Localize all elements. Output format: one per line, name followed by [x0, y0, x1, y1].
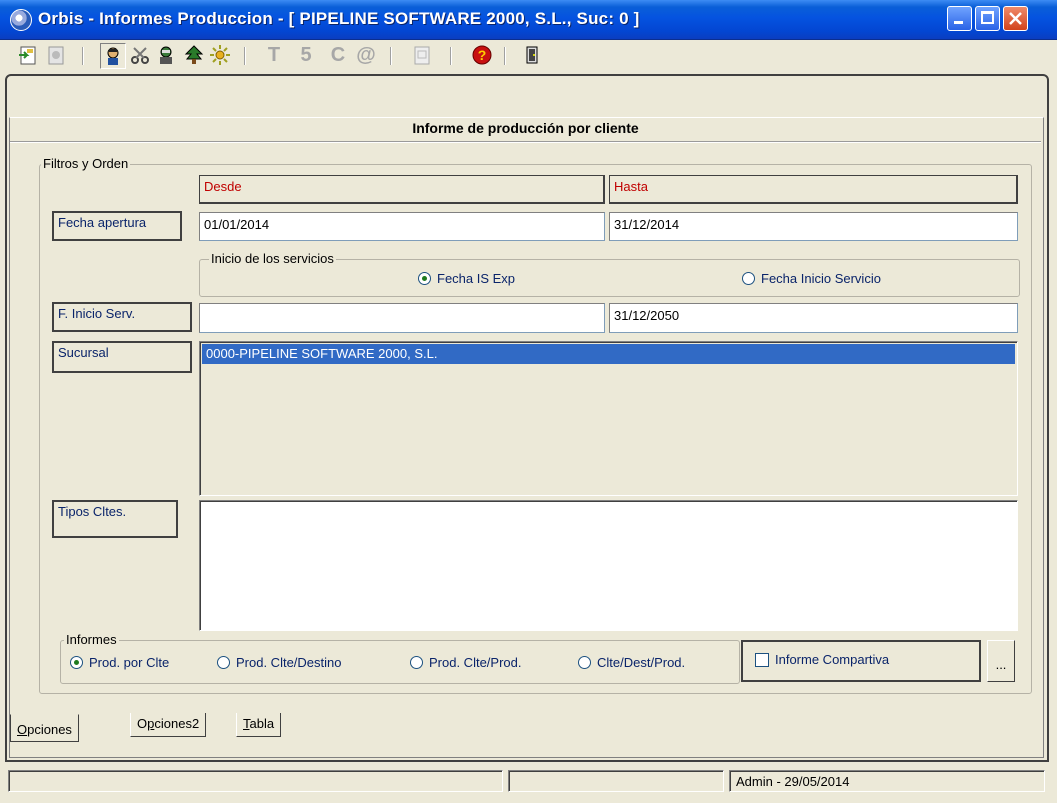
window-title: Orbis - Informes Produccion - [ PIPELINE… [38, 9, 640, 28]
status-cell-1 [8, 770, 503, 792]
export-button[interactable] [44, 43, 68, 67]
tipos-cltes-listbox[interactable] [199, 500, 1018, 631]
radio-label: Prod. Clte/Destino [236, 655, 342, 670]
sun-button[interactable] [208, 43, 232, 67]
checkbox-indicator[interactable] [755, 652, 769, 667]
help-button[interactable]: ? [470, 43, 494, 67]
sun-icon [210, 45, 230, 65]
s-icon: 5 [300, 43, 312, 66]
radio-indicator[interactable] [70, 656, 83, 669]
title-bar[interactable]: Orbis - Informes Produccion - [ PIPELINE… [0, 0, 1057, 40]
client-icon [107, 47, 119, 65]
import-icon [19, 46, 36, 65]
svg-text:?: ? [478, 47, 487, 63]
at-icon: @ [356, 43, 376, 66]
help-icon: ? [472, 45, 492, 65]
maximize-icon [981, 11, 994, 24]
radio-label: Prod. Clte/Prod. [429, 655, 522, 670]
radio-indicator[interactable] [742, 272, 755, 285]
fecha-apertura-hasta-input[interactable]: 31/12/2014 [609, 212, 1018, 241]
exit-icon [526, 46, 538, 64]
informes-group-label: Informes [64, 632, 119, 647]
tab-label: Opciones2 [137, 716, 200, 731]
scissors-icon [131, 47, 149, 64]
radio-fecha-is-exp[interactable]: Fecha IS Exp [418, 271, 515, 286]
import-button[interactable] [16, 43, 40, 67]
toolbar-separator [82, 47, 84, 65]
form-title: Informe de producción por cliente [412, 120, 639, 136]
f-inicio-serv-desde-input[interactable] [199, 303, 605, 333]
t-icon: T [267, 43, 281, 66]
radio-label: Fecha Inicio Servicio [761, 271, 881, 286]
tab-opciones[interactable]: Opciones [10, 714, 79, 742]
inicio-servicios-label: Inicio de los servicios [209, 251, 336, 266]
radio-prod-clte-prod[interactable]: Prod. Clte/Prod. [410, 655, 522, 670]
document-icon [414, 46, 430, 65]
toolbar-separator [450, 47, 452, 65]
informe-compartiva-checkbox[interactable]: Informe Compartiva [755, 652, 889, 667]
radio-label: Prod. por Clte [89, 655, 170, 670]
minimize-icon [954, 21, 963, 24]
toolbar-separator [244, 47, 246, 65]
at-button[interactable]: @ [354, 43, 378, 67]
sucursal-listbox[interactable]: 0000-PIPELINE SOFTWARE 2000, S.L. [199, 341, 1018, 496]
s-button[interactable]: 5 [294, 43, 318, 67]
close-icon [1009, 12, 1022, 25]
sucursal-label: Sucursal [52, 341, 192, 373]
tab-tabla[interactable]: Tabla [236, 713, 282, 737]
export-icon [48, 46, 64, 65]
app-globe-icon[interactable] [10, 9, 32, 31]
radio-label: Fecha IS Exp [437, 271, 516, 286]
radio-indicator[interactable] [578, 656, 591, 669]
tree-button[interactable] [182, 43, 206, 67]
client-button[interactable] [100, 43, 126, 69]
radio-indicator[interactable] [217, 656, 230, 669]
desde-header: Desde [199, 175, 605, 204]
fecha-apertura-label: Fecha apertura [52, 211, 182, 241]
close-button[interactable] [1003, 6, 1028, 31]
scissors-button[interactable] [128, 43, 152, 67]
toolbar-separator [390, 47, 392, 65]
informe-compartiva-frame: Informe Compartiva [741, 640, 981, 682]
list-item[interactable]: 0000-PIPELINE SOFTWARE 2000, S.L. [202, 344, 1015, 364]
radio-prod-por-clte[interactable]: Prod. por Clte [70, 655, 169, 670]
toolbar-separator [504, 47, 506, 65]
radio-fecha-inicio-servicio[interactable]: Fecha Inicio Servicio [742, 271, 881, 286]
hasta-header: Hasta [609, 175, 1018, 204]
user-icon [160, 46, 172, 64]
toolbar: T 5 C @ ? [0, 40, 1057, 70]
c-button[interactable]: C [326, 43, 350, 67]
f-inicio-serv-hasta-input[interactable]: 31/12/2050 [609, 303, 1018, 333]
f-inicio-serv-label: F. Inicio Serv. [52, 302, 192, 332]
maximize-button[interactable] [975, 6, 1000, 31]
c-icon: C [330, 43, 346, 66]
t-button[interactable]: T [262, 43, 286, 67]
fecha-apertura-desde-input[interactable]: 01/01/2014 [199, 212, 605, 241]
status-cell-user: Admin - 29/05/2014 [729, 770, 1045, 792]
document-button[interactable] [410, 43, 434, 67]
exit-button[interactable] [520, 43, 544, 67]
tab-label: Tabla [243, 716, 275, 731]
tab-opciones2[interactable]: Opciones2 [130, 713, 207, 737]
tab-label: Opciones [17, 722, 72, 737]
radio-indicator[interactable] [410, 656, 423, 669]
tipos-cltes-label: Tipos Cltes. [52, 500, 178, 538]
radio-clte-dest-prod[interactable]: Clte/Dest/Prod. [578, 655, 685, 670]
title-divider [10, 141, 1041, 143]
checkbox-label: Informe Compartiva [775, 652, 890, 667]
filters-group-label: Filtros y Orden [41, 156, 131, 171]
radio-indicator[interactable] [418, 272, 431, 285]
radio-label: Clte/Dest/Prod. [597, 655, 686, 670]
status-cell-2 [508, 770, 724, 792]
tree-icon [184, 45, 204, 64]
ellipsis-button[interactable]: ... [987, 640, 1015, 682]
minimize-button[interactable] [947, 6, 972, 31]
user-button[interactable] [154, 43, 178, 67]
radio-prod-clte-destino[interactable]: Prod. Clte/Destino [217, 655, 342, 670]
